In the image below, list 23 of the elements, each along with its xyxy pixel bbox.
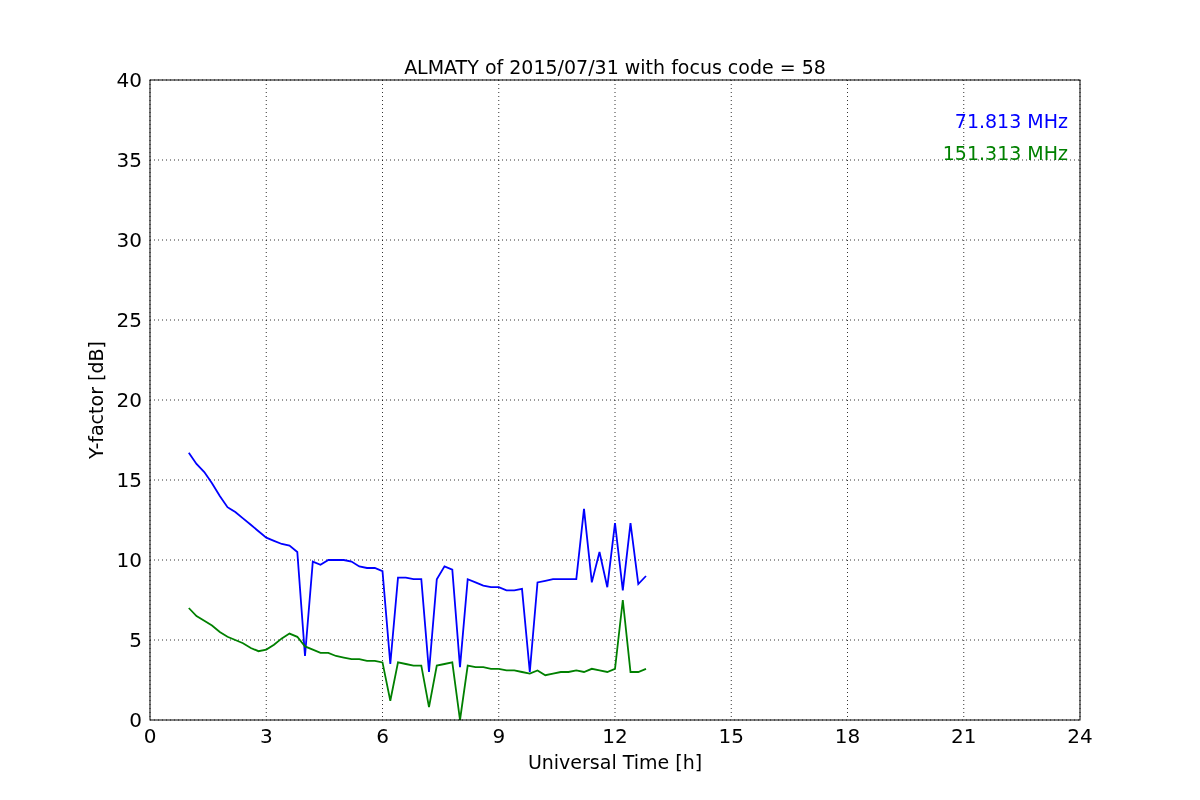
x-axis-label: Universal Time [h] bbox=[527, 751, 703, 773]
legend-label: 151.313 MHz bbox=[942, 142, 1068, 164]
tick-label: 30 bbox=[116, 228, 142, 252]
tick-label: 6 bbox=[376, 724, 389, 748]
legend-label: 71.813 MHz bbox=[954, 110, 1068, 132]
tick-label: 25 bbox=[116, 308, 142, 332]
tick-label: 18 bbox=[834, 724, 861, 748]
tick-label: 24 bbox=[1067, 724, 1093, 748]
tick-label: 3 bbox=[259, 724, 273, 748]
tick-label: 12 bbox=[602, 724, 628, 748]
tick-label: 9 bbox=[492, 724, 506, 748]
y-axis-label: Y-factor [dB] bbox=[85, 341, 107, 459]
tick-label: 5 bbox=[129, 628, 142, 652]
tick-label: 15 bbox=[718, 724, 744, 748]
chart-title: ALMATY of 2015/07/31 with focus code = 58 bbox=[404, 56, 826, 78]
tick-label: 21 bbox=[951, 724, 977, 748]
tick-label: 15 bbox=[116, 468, 142, 492]
tick-label: 0 bbox=[129, 708, 142, 732]
tick-label: 20 bbox=[116, 388, 142, 412]
tick-label: 0 bbox=[143, 724, 157, 748]
tick-label: 35 bbox=[116, 148, 142, 172]
tick-label: 10 bbox=[116, 548, 142, 572]
tick-label: 40 bbox=[116, 68, 142, 92]
